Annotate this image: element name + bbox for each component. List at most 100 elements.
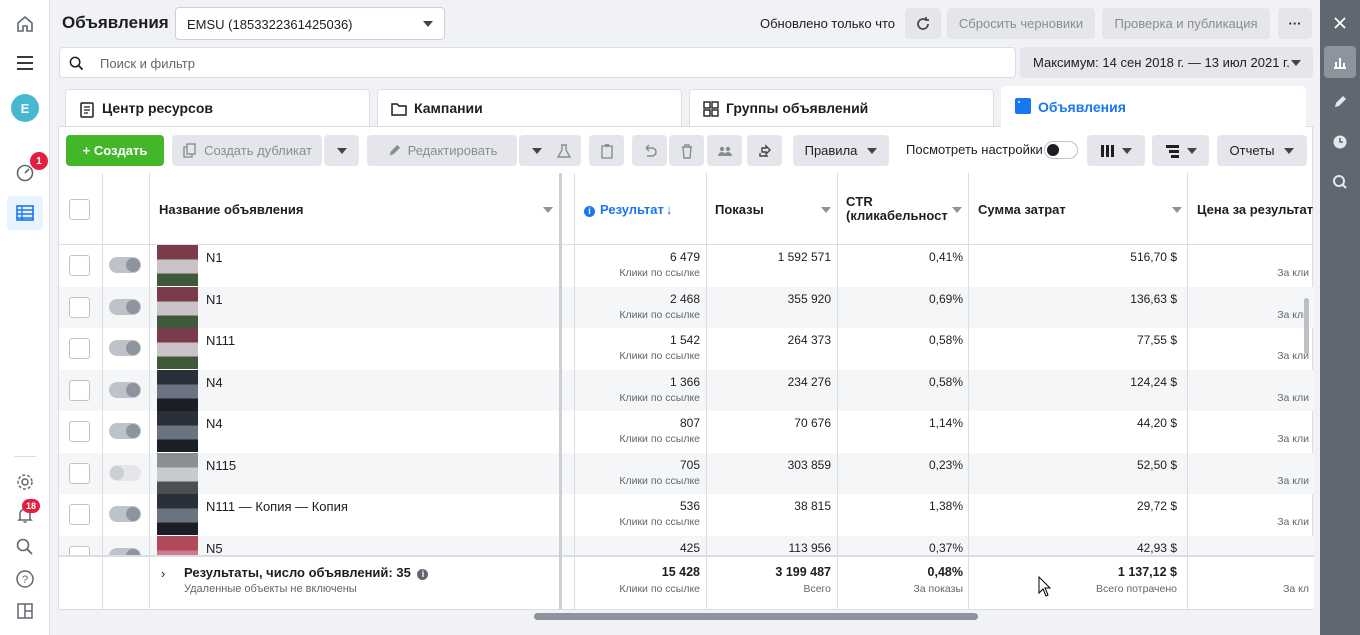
row-checkbox[interactable] bbox=[69, 255, 90, 276]
frozen-column-divider[interactable] bbox=[559, 173, 562, 609]
row-checkbox[interactable] bbox=[69, 296, 90, 318]
table-row[interactable]: N4 1 366 Клики по ссылке 234 276 0,58% 1… bbox=[59, 369, 1314, 411]
create-button[interactable]: + Создать bbox=[66, 135, 164, 166]
avatar[interactable]: E bbox=[11, 94, 39, 122]
undo-button[interactable] bbox=[632, 135, 667, 166]
column-header-cost-per-result[interactable]: Цена за результат bbox=[1197, 173, 1313, 245]
date-range-picker[interactable]: Максимум: 14 сен 2018 г. — 13 июл 2021 г… bbox=[1020, 47, 1313, 78]
ad-thumbnail[interactable] bbox=[157, 286, 198, 328]
columns-button[interactable] bbox=[1087, 135, 1145, 166]
ad-status-toggle[interactable] bbox=[109, 506, 141, 522]
zoom-icon[interactable] bbox=[1328, 170, 1352, 194]
tab-resource-center[interactable]: Центр ресурсов bbox=[65, 89, 370, 127]
chevron-down-icon bbox=[336, 147, 347, 154]
report-icon[interactable] bbox=[13, 599, 37, 623]
tab-ads[interactable]: Объявления bbox=[1001, 86, 1306, 128]
ad-thumbnail[interactable] bbox=[157, 245, 198, 286]
delete-button[interactable] bbox=[669, 135, 704, 166]
ab-test-button[interactable] bbox=[546, 135, 581, 166]
column-header-result[interactable]: i Результат ↓ bbox=[584, 173, 672, 245]
chart-panel-button[interactable] bbox=[1324, 46, 1356, 78]
search-input[interactable]: Поиск и фильтр bbox=[59, 47, 1016, 78]
ads-manager-active[interactable] bbox=[7, 196, 43, 230]
row-checkbox[interactable] bbox=[69, 462, 90, 484]
result-value: 1 542 bbox=[669, 333, 700, 347]
row-checkbox[interactable] bbox=[69, 421, 90, 442]
tab-ad-sets[interactable]: Группы объявлений bbox=[689, 89, 994, 127]
chevron-down-icon bbox=[1291, 60, 1301, 66]
search-icon[interactable] bbox=[13, 535, 37, 559]
close-icon[interactable] bbox=[1328, 11, 1352, 35]
ad-status-toggle[interactable] bbox=[109, 257, 141, 273]
ad-name[interactable]: N111 — Копия — Копия bbox=[206, 499, 348, 514]
table-row[interactable]: N115 705 Клики по ссылке 303 859 0,23% 5… bbox=[59, 452, 1314, 494]
ad-name[interactable]: N4 bbox=[206, 416, 223, 431]
reset-drafts-button[interactable]: Сбросить черновики bbox=[947, 8, 1095, 39]
ad-thumbnail[interactable] bbox=[157, 411, 198, 452]
ad-thumbnail[interactable] bbox=[157, 494, 198, 535]
home-icon[interactable] bbox=[13, 12, 37, 36]
row-checkbox[interactable] bbox=[69, 338, 90, 359]
account-selector[interactable]: EMSU (1853322361425036) bbox=[175, 7, 445, 40]
ad-thumbnail[interactable] bbox=[157, 328, 198, 369]
select-all-checkbox[interactable] bbox=[69, 199, 90, 220]
table-row[interactable]: N4 807 Клики по ссылке 70 676 1,14% 44,2… bbox=[59, 411, 1314, 452]
ad-name[interactable]: N4 bbox=[206, 375, 223, 390]
ad-name[interactable]: N111 bbox=[206, 333, 235, 348]
clipboard-icon bbox=[600, 143, 613, 159]
spend-value: 42,93 $ bbox=[1136, 540, 1177, 555]
audience-button[interactable] bbox=[707, 135, 742, 166]
refresh-button[interactable] bbox=[905, 8, 941, 39]
vertical-scrollbar[interactable] bbox=[1304, 298, 1309, 354]
tab-label: Объявления bbox=[1038, 99, 1126, 115]
column-header-ctr[interactable]: CTR (кликабельност bbox=[846, 173, 948, 245]
table-row[interactable]: N111 1 542 Клики по ссылке 264 373 0,58%… bbox=[59, 328, 1314, 369]
review-publish-button[interactable]: Проверка и публикация bbox=[1102, 8, 1270, 39]
table-row[interactable]: N1 6 479 Клики по ссылке 1 592 571 0,41%… bbox=[59, 245, 1314, 286]
sort-icon[interactable] bbox=[952, 207, 962, 213]
column-header-name[interactable]: Название объявления bbox=[159, 173, 303, 245]
duplicate-dropdown[interactable] bbox=[324, 135, 359, 166]
duplicate-button[interactable]: Создать дубликат bbox=[172, 135, 322, 166]
ad-name[interactable]: N5 bbox=[206, 541, 223, 556]
sort-icon[interactable] bbox=[543, 207, 553, 213]
table-row[interactable]: N111 — Копия — Копия 536 Клики по ссылке… bbox=[59, 494, 1314, 535]
sort-icon[interactable] bbox=[1172, 207, 1182, 213]
column-header-impressions[interactable]: Показы bbox=[715, 173, 764, 245]
ad-status-toggle[interactable] bbox=[109, 381, 141, 398]
edit-button[interactable]: Редактировать bbox=[367, 135, 517, 166]
tab-campaigns[interactable]: Кампании bbox=[377, 89, 682, 127]
more-button[interactable]: ··· bbox=[1278, 8, 1312, 39]
ad-name[interactable]: N1 bbox=[206, 292, 223, 307]
ctr-header-line1: CTR bbox=[846, 194, 873, 209]
ad-status-toggle[interactable] bbox=[109, 340, 141, 356]
reports-button[interactable]: Отчеты bbox=[1217, 135, 1307, 166]
column-header-spend[interactable]: Сумма затрат bbox=[978, 173, 1066, 245]
sort-icon[interactable] bbox=[821, 207, 831, 213]
edit-label: Редактировать bbox=[407, 143, 498, 158]
export-button[interactable] bbox=[747, 135, 782, 166]
clipboard-button[interactable] bbox=[589, 135, 624, 166]
ad-status-toggle[interactable] bbox=[109, 423, 141, 439]
ad-thumbnail[interactable] bbox=[157, 452, 198, 494]
ad-status-toggle[interactable] bbox=[109, 464, 141, 481]
help-icon[interactable]: ? bbox=[13, 567, 37, 591]
breakdown-button[interactable] bbox=[1152, 135, 1209, 166]
row-checkbox[interactable] bbox=[69, 504, 90, 525]
ad-thumbnail[interactable] bbox=[157, 369, 198, 411]
pencil-icon[interactable] bbox=[1328, 90, 1352, 114]
view-settings-toggle[interactable] bbox=[1044, 141, 1078, 159]
table-row[interactable]: N1 2 468 Клики по ссылке 355 920 0,69% 1… bbox=[59, 286, 1314, 328]
ad-status-toggle[interactable] bbox=[109, 298, 141, 315]
chevron-right-icon[interactable]: › bbox=[161, 566, 165, 581]
rules-button[interactable]: Правила bbox=[793, 135, 889, 166]
ad-name[interactable]: N115 bbox=[206, 458, 236, 473]
gear-icon[interactable] bbox=[13, 470, 37, 494]
ad-name[interactable]: N1 bbox=[206, 250, 223, 265]
row-checkbox[interactable] bbox=[69, 379, 90, 401]
clock-icon[interactable] bbox=[1328, 130, 1352, 154]
menu-icon[interactable] bbox=[13, 51, 37, 75]
grid-icon bbox=[703, 101, 719, 117]
horizontal-scrollbar[interactable] bbox=[534, 613, 978, 620]
footer-ctr-sub: За показы bbox=[913, 583, 963, 595]
